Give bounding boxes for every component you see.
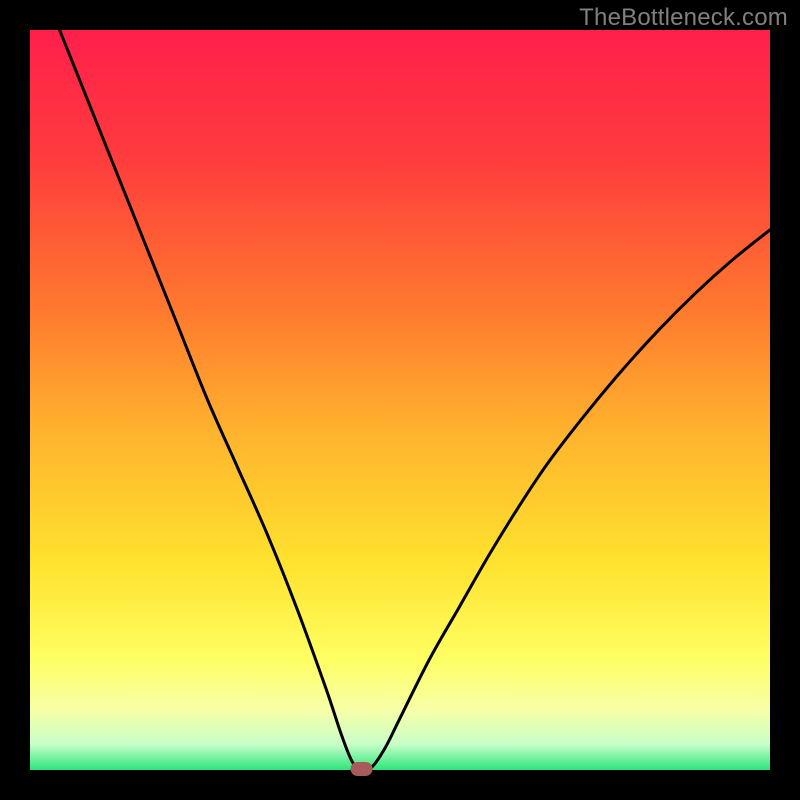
bottleneck-chart: TheBottleneck.com — [0, 0, 800, 800]
optimum-marker — [351, 762, 373, 776]
plot-background — [30, 30, 770, 770]
watermark-text: TheBottleneck.com — [579, 4, 788, 32]
chart-canvas — [0, 0, 800, 800]
